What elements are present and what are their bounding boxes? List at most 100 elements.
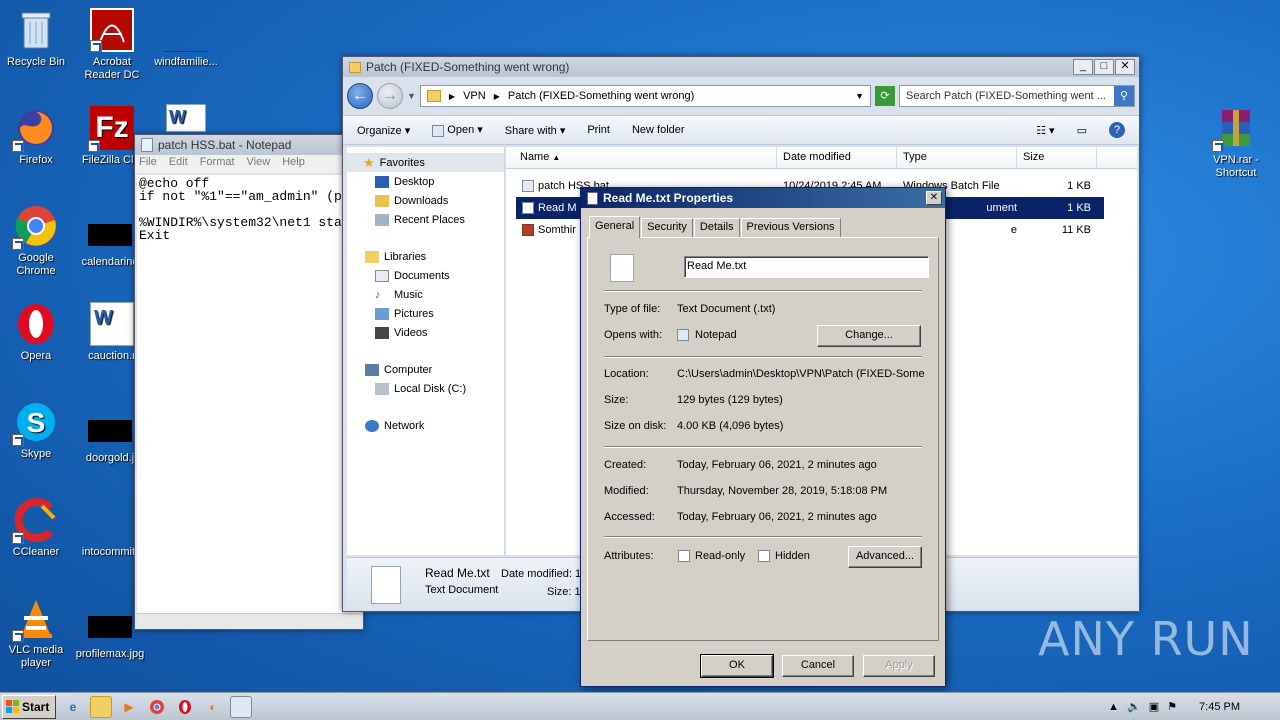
network-tray-icon[interactable]: ▣ bbox=[1149, 700, 1159, 713]
tab-general[interactable]: General bbox=[589, 216, 641, 238]
desktop-icon-vpn-rar[interactable]: VPN.rar - Shortcut bbox=[1198, 106, 1274, 180]
desktop-icon-ccleaner[interactable]: CCleaner bbox=[0, 498, 74, 559]
minimize-button[interactable]: _ bbox=[1073, 59, 1093, 75]
horizontal-scrollbar[interactable] bbox=[137, 613, 361, 629]
back-button[interactable]: ← bbox=[347, 83, 373, 109]
notepad-titlebar[interactable]: patch HSS.bat - Notepad bbox=[135, 135, 363, 155]
menu-edit[interactable]: Edit bbox=[169, 156, 188, 172]
explorer-titlebar[interactable]: Patch (FIXED-Something went wrong) bbox=[343, 57, 1139, 77]
ok-button[interactable]: OK bbox=[700, 654, 774, 678]
desktop-icon-label: Acrobat Reader DC bbox=[84, 56, 140, 81]
desktop-icon-opera[interactable]: Opera bbox=[0, 302, 74, 363]
forward-button[interactable]: → bbox=[377, 83, 403, 109]
menu-view[interactable]: View bbox=[247, 156, 271, 172]
hidden-checkbox[interactable]: Hidden bbox=[758, 550, 810, 563]
desktop-icon-vlc[interactable]: VLC media player bbox=[0, 596, 74, 670]
view-options-icon[interactable]: ☷ ▾ bbox=[1036, 124, 1054, 137]
breadcrumb-vpn[interactable]: VPN bbox=[463, 90, 486, 102]
chrome-taskbar-icon[interactable] bbox=[146, 696, 168, 718]
tab-previous-versions[interactable]: Previous Versions bbox=[740, 218, 841, 238]
print-button[interactable]: Print bbox=[587, 124, 610, 136]
properties-titlebar[interactable]: Read Me.txt Properties bbox=[581, 188, 945, 208]
acrobat-icon bbox=[90, 8, 134, 52]
tab-details[interactable]: Details bbox=[693, 218, 740, 238]
desktop-icon-label: windfamilie... bbox=[154, 56, 218, 68]
preview-pane-icon[interactable]: ▭ bbox=[1077, 124, 1087, 137]
notepad-icon bbox=[141, 138, 153, 152]
organize-button[interactable]: Organize ▾ bbox=[357, 124, 410, 137]
refresh-button[interactable]: ⟳ bbox=[875, 86, 895, 106]
volume-icon[interactable]: 🔈 bbox=[1127, 700, 1141, 713]
open-button[interactable]: Open ▾ bbox=[432, 123, 483, 137]
desktop-icon bbox=[375, 175, 389, 188]
sort-arrow-icon: ▲ bbox=[552, 153, 561, 162]
cancel-button[interactable]: Cancel bbox=[782, 655, 854, 677]
share-with-button[interactable]: Share with ▾ bbox=[505, 124, 566, 137]
properties-dialog[interactable]: Read Me.txt Properties ✕ General Securit… bbox=[580, 187, 946, 687]
nav-network[interactable]: Network bbox=[347, 416, 504, 435]
notepad-window[interactable]: patch HSS.bat - Notepad File Edit Format… bbox=[134, 134, 364, 630]
nav-downloads[interactable]: Downloads bbox=[347, 191, 504, 210]
column-size[interactable]: Size bbox=[1017, 147, 1097, 168]
column-date-modified[interactable]: Date modified bbox=[777, 147, 897, 168]
notepad-text-area[interactable]: @echo off if not "%1"=="am_admin" (p %WI… bbox=[137, 175, 361, 613]
menu-file[interactable]: File bbox=[139, 156, 157, 172]
desktop-icon-acrobat[interactable]: Acrobat Reader DC bbox=[74, 8, 150, 82]
libraries-icon bbox=[365, 250, 379, 263]
checkbox-box[interactable] bbox=[758, 550, 770, 563]
desktop-icon-windfamilie[interactable]: windfamilie... bbox=[148, 8, 224, 69]
shortcut-arrow-icon bbox=[12, 434, 24, 446]
maximize-button[interactable]: □ bbox=[1094, 59, 1114, 75]
menu-help[interactable]: Help bbox=[282, 156, 305, 172]
windows-logo-icon bbox=[6, 700, 19, 713]
clock[interactable]: 7:45 PM bbox=[1199, 701, 1240, 713]
shortcut-arrow-icon bbox=[1212, 140, 1224, 152]
change-button[interactable]: Change... bbox=[817, 325, 921, 347]
internet-explorer-icon[interactable]: e bbox=[62, 696, 84, 718]
desktop-icon-chrome[interactable]: Google Chrome bbox=[0, 204, 74, 278]
advanced-button[interactable]: Advanced... bbox=[848, 546, 922, 568]
filename-input[interactable]: Read Me.txt bbox=[684, 256, 929, 278]
tab-security[interactable]: Security bbox=[641, 218, 693, 238]
search-input[interactable]: Search Patch (FIXED-Something went ... ⚲ bbox=[899, 85, 1135, 107]
help-icon[interactable]: ? bbox=[1109, 122, 1125, 138]
checkbox-box[interactable] bbox=[678, 550, 690, 563]
recent-pages-chevron-icon[interactable]: ▼ bbox=[407, 91, 416, 101]
explorer-taskbar-icon[interactable] bbox=[90, 695, 112, 718]
nav-favorites[interactable]: ★ Favorites bbox=[347, 153, 504, 172]
nav-computer[interactable]: Computer bbox=[347, 360, 504, 379]
avast-taskbar-icon[interactable]: ◐ bbox=[202, 696, 224, 718]
column-name[interactable]: Name ▲ bbox=[506, 147, 777, 168]
address-dropdown-icon[interactable]: ▼ bbox=[855, 91, 864, 101]
notepad-taskbar-icon[interactable] bbox=[230, 695, 252, 718]
menu-format[interactable]: Format bbox=[200, 156, 235, 172]
show-hidden-icons-icon[interactable]: ▲ bbox=[1108, 701, 1119, 713]
start-button[interactable]: Start bbox=[2, 694, 56, 719]
nav-music[interactable]: ♪ Music bbox=[347, 285, 504, 304]
nav-local-disk[interactable]: Local Disk (C:) bbox=[347, 379, 504, 398]
nav-documents[interactable]: Documents bbox=[347, 266, 504, 285]
opera-taskbar-icon[interactable] bbox=[174, 696, 196, 718]
skype-icon: S bbox=[12, 400, 58, 446]
desktop-icon-skype[interactable]: S Skype bbox=[0, 400, 74, 461]
nav-desktop[interactable]: Desktop bbox=[347, 172, 504, 191]
desktop-icon-firefox[interactable]: Firefox bbox=[0, 106, 74, 167]
new-folder-button[interactable]: New folder bbox=[632, 124, 685, 136]
address-bar[interactable]: ▶ VPN ▶ Patch (FIXED-Something went wron… bbox=[419, 85, 871, 107]
nav-recent-places[interactable]: Recent Places bbox=[347, 210, 504, 229]
column-type[interactable]: Type bbox=[897, 147, 1017, 168]
search-icon[interactable]: ⚲ bbox=[1114, 86, 1134, 106]
desktop-icon-recycle-bin[interactable]: Recycle Bin bbox=[0, 8, 74, 69]
close-button[interactable]: ✕ bbox=[926, 191, 942, 205]
nav-videos[interactable]: Videos bbox=[347, 323, 504, 342]
desktop-icon-word-doc[interactable]: W bbox=[148, 104, 224, 136]
action-center-flag-icon[interactable]: ⚑ bbox=[1167, 700, 1177, 713]
breadcrumb-patch[interactable]: Patch (FIXED-Something went wrong) bbox=[508, 90, 694, 102]
media-player-icon[interactable]: ▶ bbox=[118, 696, 140, 718]
readonly-checkbox[interactable]: Read-only bbox=[678, 550, 745, 563]
word-document-icon: W bbox=[90, 302, 134, 346]
nav-libraries[interactable]: Libraries bbox=[347, 247, 504, 266]
nav-pictures[interactable]: Pictures bbox=[347, 304, 504, 323]
close-button[interactable]: ✕ bbox=[1115, 59, 1135, 75]
apply-button[interactable]: Apply bbox=[863, 655, 935, 677]
